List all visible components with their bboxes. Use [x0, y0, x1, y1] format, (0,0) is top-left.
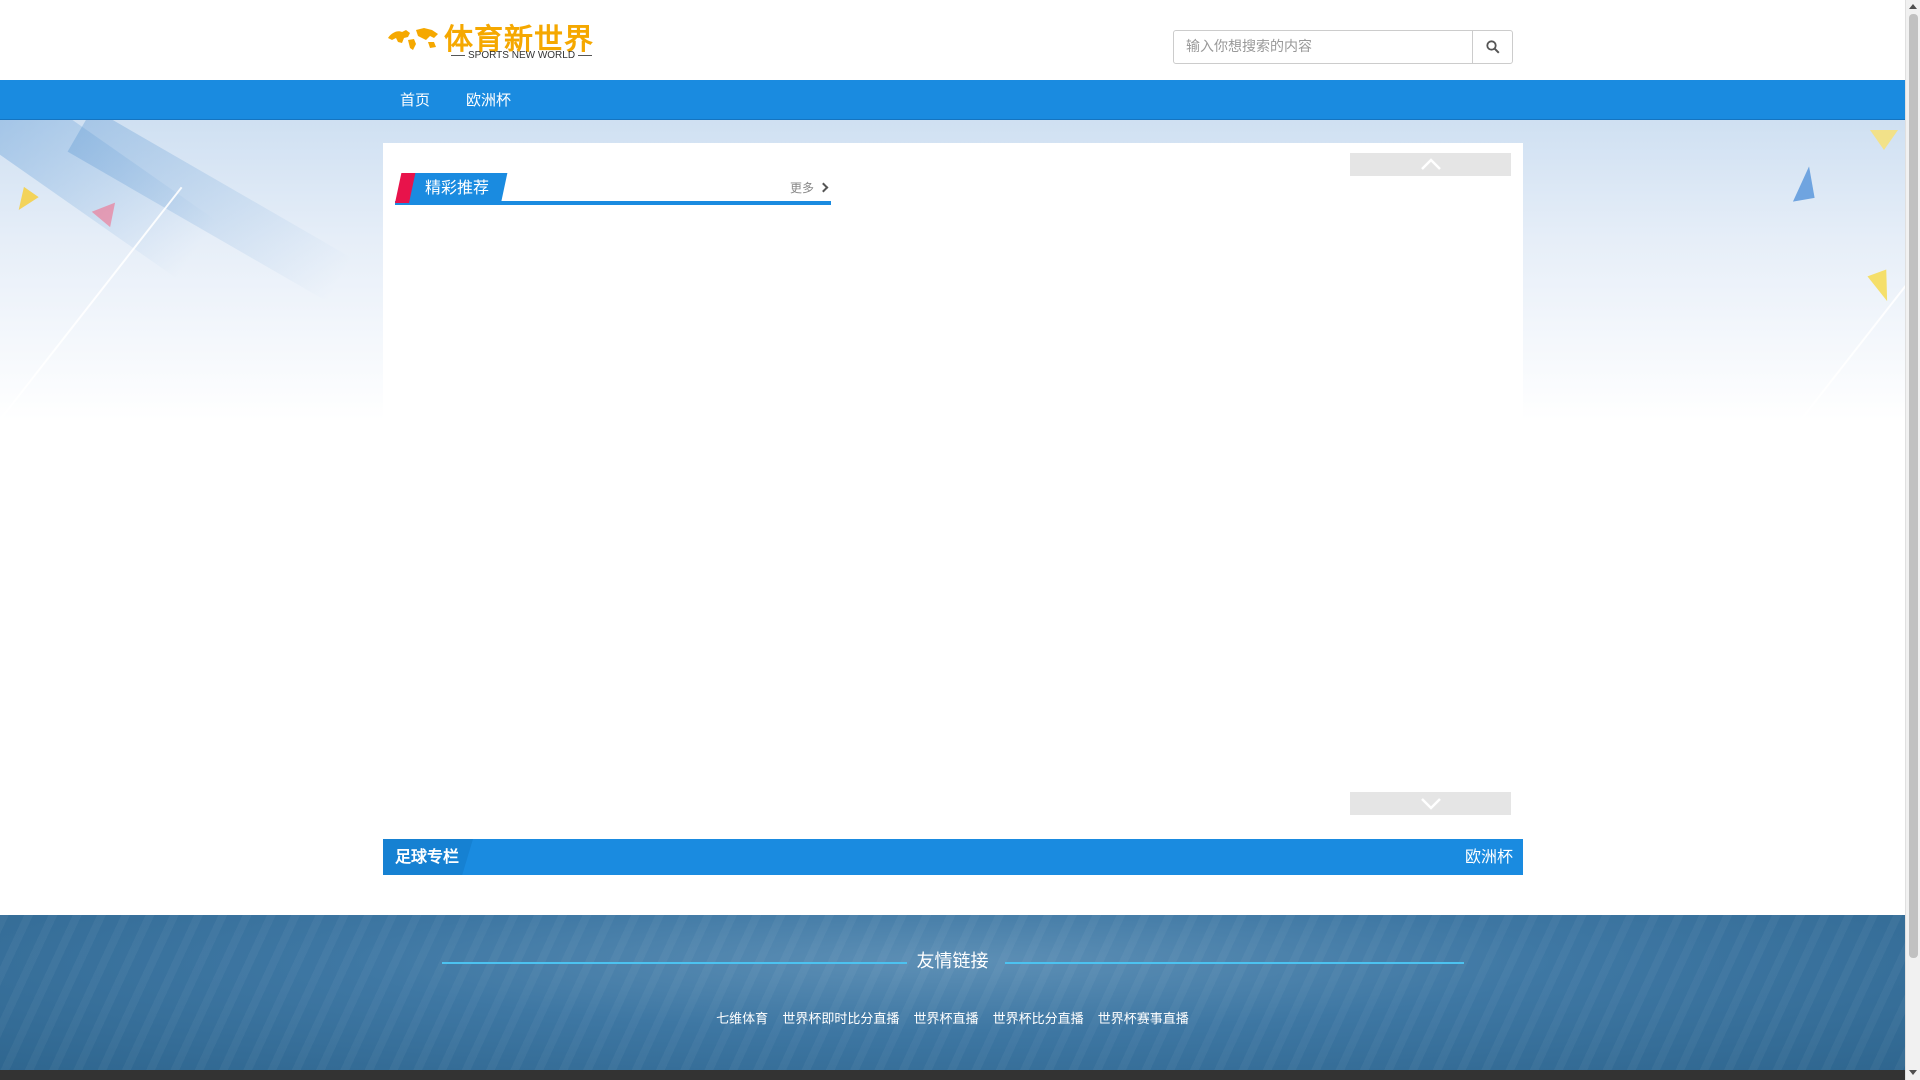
logo-subtitle: SPORTS NEW WORLD — [448, 50, 595, 61]
page-scrollbar[interactable] — [1905, 0, 1920, 1080]
featured-title: 精彩推荐 — [425, 178, 490, 197]
football-title: 足球专栏 — [395, 847, 460, 866]
site-header: 体育新世界 SPORTS NEW WORLD — [0, 0, 1905, 80]
site-logo[interactable]: 体育新世界 SPORTS NEW WORLD — [386, 16, 606, 66]
decorative-line — [1799, 215, 1905, 420]
search-box — [1173, 30, 1513, 64]
nav-item-home[interactable]: 首页 — [400, 80, 430, 120]
footer-bottom-bar — [0, 1070, 1905, 1080]
chevron-right-icon — [818, 182, 829, 192]
nav-item-euro-cup[interactable]: 欧洲杯 — [466, 80, 511, 120]
friend-link[interactable]: 世界杯直播 — [913, 1012, 978, 1027]
friend-link[interactable]: 世界杯比分直播 — [993, 1012, 1084, 1027]
friend-links: 七维体育 世界杯即时比分直播 世界杯直播 世界杯比分直播 世界杯赛事直播 — [0, 1008, 1905, 1027]
scroll-thumb[interactable] — [1909, 14, 1918, 958]
football-euro-cup-link[interactable]: 欧洲杯 — [1465, 839, 1513, 875]
chevron-down-icon — [1421, 798, 1441, 810]
scroll-down-button[interactable] — [1350, 792, 1511, 815]
scroll-arrow-up-icon[interactable] — [1909, 4, 1917, 9]
featured-section-header: 精彩推荐 更多 — [395, 173, 831, 205]
decorative-line — [0, 186, 183, 420]
decorative-triangle — [1870, 130, 1898, 150]
football-column-bar: 足球专栏 欧洲杯 — [383, 839, 1523, 875]
scroll-arrow-down-icon[interactable] — [1909, 1070, 1917, 1075]
more-label: 更多 — [789, 181, 814, 195]
search-button[interactable] — [1472, 30, 1513, 64]
main-nav: 首页 欧洲杯 — [0, 80, 1905, 120]
search-icon — [1486, 40, 1500, 54]
friend-links-title: 友情链接 — [916, 951, 989, 972]
friend-link[interactable]: 世界杯即时比分直播 — [782, 1012, 899, 1027]
chevron-up-icon — [1421, 158, 1441, 170]
more-link[interactable]: 更多 — [789, 179, 829, 196]
site-footer: 友情链接 七维体育 世界杯即时比分直播 世界杯直播 世界杯比分直播 世界杯赛事直… — [0, 915, 1905, 1070]
main-content: 精彩推荐 更多 — [383, 143, 1523, 875]
globe-icon — [388, 28, 438, 50]
friend-link[interactable]: 七维体育 — [716, 1012, 768, 1027]
scroll-up-button[interactable] — [1350, 153, 1511, 176]
friend-link[interactable]: 世界杯赛事直播 — [1098, 1012, 1189, 1027]
search-input[interactable] — [1173, 30, 1473, 64]
